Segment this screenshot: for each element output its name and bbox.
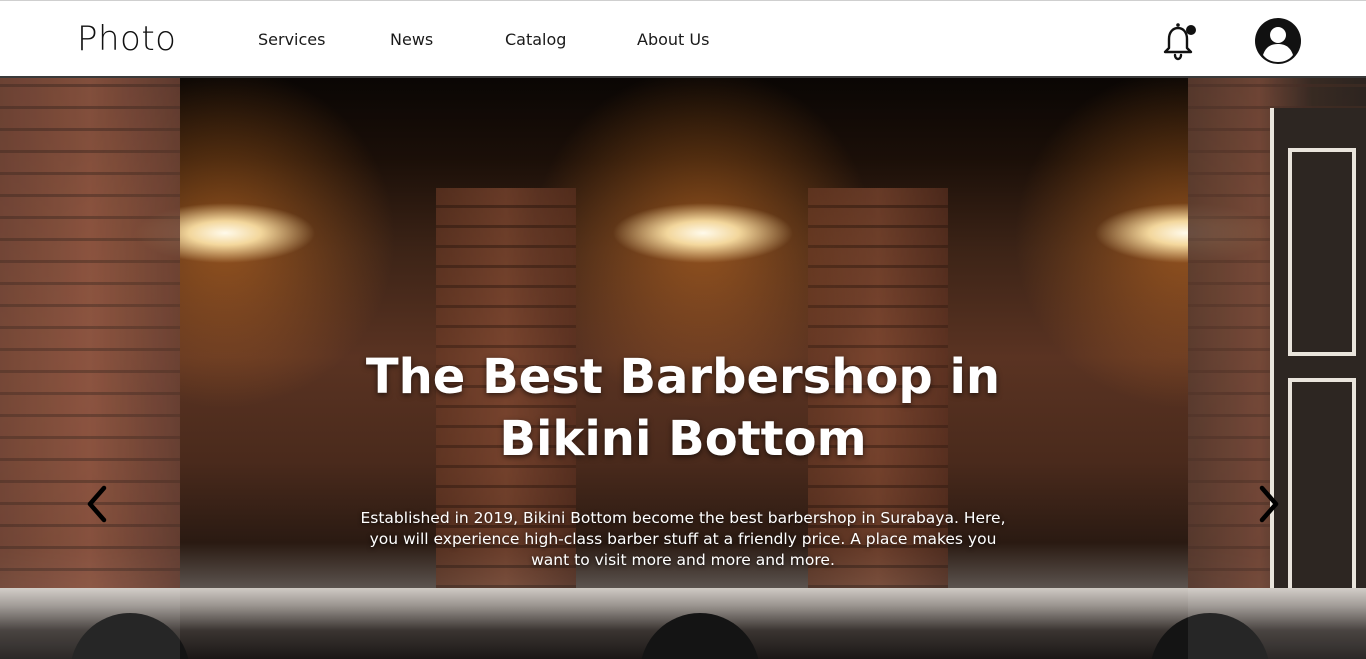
chevron-right-icon[interactable] [1254, 482, 1284, 526]
hero-title: The Best Barbershop in Bikini Bottom [283, 346, 1083, 470]
nav-link-catalog[interactable]: Catalog [505, 30, 566, 49]
user-avatar-icon[interactable] [1254, 17, 1302, 65]
bell-icon[interactable] [1157, 19, 1201, 63]
nav-link-about-us[interactable]: About Us [637, 30, 709, 49]
brand-logo[interactable]: Photo [77, 19, 177, 59]
top-navbar: Photo Services News Catalog About Us [0, 0, 1366, 78]
chevron-left-icon[interactable] [82, 482, 112, 526]
nav-link-news[interactable]: News [390, 30, 433, 49]
carousel-side-overlay-right [1188, 78, 1366, 659]
hero-title-line: Bikini Bottom [499, 411, 867, 467]
hero-title-line: The Best Barbershop in [365, 349, 1001, 405]
hero-banner: The Best Barbershop in Bikini Bottom Est… [0, 78, 1366, 659]
hero-description: Established in 2019, Bikini Bottom becom… [360, 509, 1006, 569]
nav-link-services[interactable]: Services [258, 30, 325, 49]
carousel-side-overlay-left [0, 78, 180, 659]
